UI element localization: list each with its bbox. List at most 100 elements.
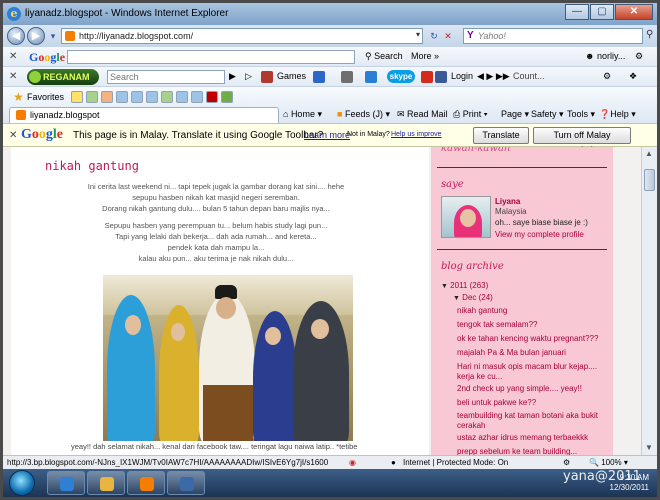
forward-button[interactable]: ▶: [27, 27, 45, 45]
profile-avatar[interactable]: [441, 196, 491, 238]
post-paragraph: pendek kata dah mampu la...: [167, 243, 265, 252]
chat-icon[interactable]: [365, 71, 377, 83]
start-button[interactable]: [9, 470, 35, 496]
taskbar-explorer-button[interactable]: [87, 471, 125, 495]
favorites-button[interactable]: Favorites: [27, 92, 64, 102]
skype-button[interactable]: skype: [387, 70, 415, 83]
help-improve-link[interactable]: Help us improve: [391, 131, 442, 138]
scroll-down-icon[interactable]: ▼: [645, 443, 653, 452]
window-title: liyanadz.blogspot - Windows Internet Exp…: [25, 8, 229, 19]
archive-month-toggle[interactable]: ▼ Dec (24): [453, 293, 493, 302]
read-mail-button[interactable]: ✉ Read Mail: [397, 109, 448, 120]
blogger-favicon-icon: [65, 31, 75, 41]
archive-post-link[interactable]: teambuilding kat taman botani aka bukit …: [457, 411, 607, 431]
scroll-thumb[interactable]: [644, 169, 655, 191]
favorite-link-icon[interactable]: [101, 91, 113, 103]
archive-year-toggle[interactable]: ▼ 2011 (263): [441, 281, 488, 290]
scroll-up-icon[interactable]: ▲: [645, 149, 653, 158]
stop-icon[interactable]: ✕: [441, 29, 455, 43]
google-search-button[interactable]: ⚲ Search: [365, 51, 403, 62]
archive-post-link[interactable]: nikah gantung: [457, 306, 507, 315]
minimize-button[interactable]: —: [565, 4, 589, 20]
photo-caption: yeay!! dah selamat nikah... kenal dari f…: [71, 442, 358, 451]
address-row: ◀ ▶ ▾ http://liyanadz.blogspot.com/ ▾ ↻ …: [3, 25, 657, 47]
google-search-input[interactable]: [67, 50, 355, 64]
grid-icon[interactable]: [313, 71, 325, 83]
close-toolbar-icon[interactable]: ✕: [9, 71, 17, 82]
reganam-search-input[interactable]: [107, 70, 225, 84]
taskbar-ie-button[interactable]: [47, 471, 85, 495]
games-button[interactable]: Games: [277, 71, 306, 81]
archive-post-link[interactable]: tengok tak semalam??: [457, 320, 538, 329]
help-menu[interactable]: ❓Help ▾: [599, 109, 636, 120]
archive-post-link[interactable]: prepp sebelum ke team building...: [457, 447, 577, 455]
favorite-link-icon[interactable]: [71, 91, 83, 103]
yahoo-search-box[interactable]: Y Yahoo! ⚲: [463, 28, 653, 44]
favorite-link-icon[interactable]: [131, 91, 143, 103]
reganam-logo: REGANAM: [27, 69, 99, 85]
favorite-link-icon[interactable]: [191, 91, 203, 103]
favorite-link-icon[interactable]: [206, 91, 218, 103]
wedding-photo[interactable]: [103, 275, 353, 441]
history-dropdown-icon[interactable]: ▾: [46, 29, 60, 43]
favorites-star-icon[interactable]: ★: [13, 90, 24, 104]
back-button[interactable]: ◀: [7, 27, 25, 45]
archive-post-link[interactable]: 2nd check up yang simple.... yeay!!: [457, 384, 582, 393]
favorite-link-icon[interactable]: [221, 91, 233, 103]
favorite-link-icon[interactable]: [86, 91, 98, 103]
settings-icon[interactable]: ⚙: [603, 71, 611, 82]
translate-button[interactable]: Translate: [473, 127, 529, 144]
search-icon[interactable]: ⚲: [646, 29, 657, 45]
close-translate-bar-icon[interactable]: ✕: [9, 130, 17, 141]
search-go-icon[interactable]: ▶: [229, 71, 236, 82]
address-dropdown-icon[interactable]: ▾: [416, 30, 420, 39]
tools-menu[interactable]: Tools ▾: [567, 109, 595, 120]
maximize-button[interactable]: ▢: [590, 4, 614, 20]
close-button[interactable]: ✕: [615, 4, 653, 20]
samping-cloth: [203, 385, 253, 441]
archive-post-link[interactable]: beli untuk pakwe ke??: [457, 398, 536, 407]
learn-more-link[interactable]: Learn more: [304, 130, 350, 140]
favorites-links: [71, 91, 236, 103]
close-toolbar-icon[interactable]: ✕: [9, 51, 17, 62]
favorite-link-icon[interactable]: [176, 91, 188, 103]
windows-taskbar: 9:30 AM 12/30/2011: [3, 469, 657, 497]
archive-post-link[interactable]: ok ke tahan kencing waktu pregnant???: [457, 334, 598, 343]
media-player-controls[interactable]: ◀ ▶ ▶▶: [477, 71, 510, 82]
forward-icon[interactable]: ▷: [245, 71, 252, 82]
favorite-link-icon[interactable]: [116, 91, 128, 103]
print-button[interactable]: ⎙ Print ▾: [453, 109, 488, 120]
zoom-level[interactable]: 🔍 100% ▾: [589, 458, 628, 467]
google-toolbar: ✕ Google ⚲ Search More » ☻ norliy... ⚙: [3, 47, 657, 67]
wrench-icon[interactable]: ⚙: [635, 51, 643, 62]
address-bar[interactable]: http://liyanadz.blogspot.com/ ▾: [61, 28, 423, 44]
taskbar-blogger-button[interactable]: [127, 471, 165, 495]
taskbar-writer-button[interactable]: [167, 471, 205, 495]
archive-post-link[interactable]: Hari ni masuk opis macam blur kejap.... …: [457, 362, 607, 382]
feeds-button[interactable]: ■ Feeds (J) ▾: [337, 109, 390, 120]
youtube-icon[interactable]: [421, 71, 433, 83]
refresh-icon[interactable]: ↻: [427, 29, 441, 43]
home-button[interactable]: ⌂ Home ▾: [283, 109, 322, 120]
facebook-icon[interactable]: [435, 71, 447, 83]
vertical-scrollbar[interactable]: ▲ ▼: [641, 147, 657, 455]
login-button[interactable]: Login: [451, 71, 473, 81]
post-paragraph: sepupu hasben nikah kat masjid negeri se…: [132, 193, 300, 202]
protected-mode-icon[interactable]: ⚙: [563, 458, 570, 467]
archive-post-link[interactable]: ustaz azhar idrus memang terbaekkk: [457, 433, 588, 442]
page-menu[interactable]: Page ▾: [501, 109, 529, 120]
safety-menu[interactable]: Safety ▾: [531, 109, 564, 120]
post-title[interactable]: nikah gantung: [45, 159, 139, 173]
turn-off-translation-button[interactable]: Turn off Malay translation: [533, 127, 631, 155]
google-account-button[interactable]: ☻ norliy...: [585, 51, 625, 61]
profile-name-link[interactable]: Liyana: [495, 197, 520, 206]
watermark-text: yana@2011: [563, 469, 641, 484]
view-profile-link[interactable]: View my complete profile: [495, 230, 584, 239]
archive-post-link[interactable]: majalah Pa & Ma bulan januari: [457, 348, 566, 357]
wrench-icon[interactable]: ❖: [629, 71, 637, 82]
google-more-button[interactable]: More »: [411, 51, 439, 61]
favorite-link-icon[interactable]: [146, 91, 158, 103]
favorite-link-icon[interactable]: [161, 91, 173, 103]
apps-icon[interactable]: [341, 71, 353, 83]
browser-tab[interactable]: liyanadz.blogspot: [9, 107, 279, 123]
